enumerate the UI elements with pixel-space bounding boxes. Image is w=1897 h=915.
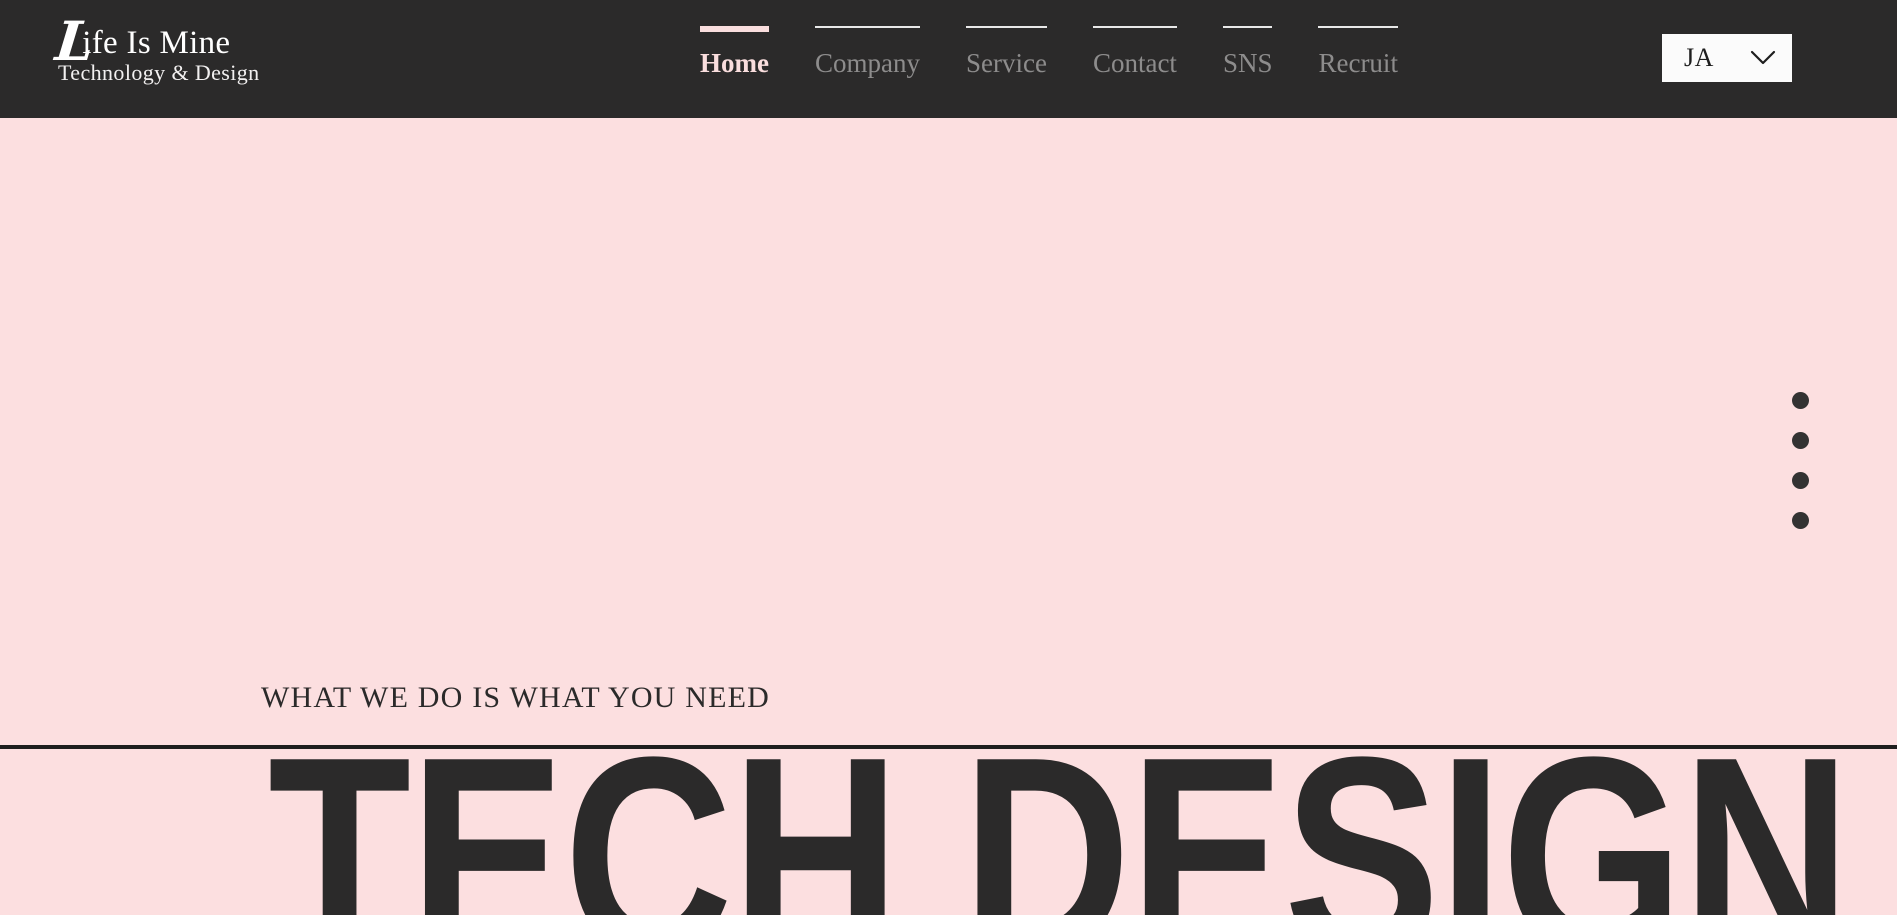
nav-underline-company xyxy=(814,26,920,28)
logo-script-letter: L xyxy=(52,9,98,73)
nav-item-home[interactable]: Home xyxy=(700,26,769,78)
nav-item-contact[interactable]: Contact xyxy=(1092,26,1177,78)
nav-label-service: Service xyxy=(965,48,1047,78)
nav-label-sns: SNS xyxy=(1222,48,1273,78)
hero-headline: TECH DESIGN xyxy=(268,699,1851,915)
nav-underline-sns xyxy=(1222,26,1273,28)
section-dot-2[interactable] xyxy=(1792,432,1809,449)
section-dot-4[interactable] xyxy=(1792,512,1809,529)
nav-label-home: Home xyxy=(700,48,769,78)
nav-underline-home xyxy=(700,26,769,32)
language-selected-value: JA xyxy=(1684,43,1714,72)
nav-label-contact: Contact xyxy=(1092,48,1177,78)
nav-label-recruit: Recruit xyxy=(1318,48,1398,78)
logo-title-rest: ife Is Mine xyxy=(82,25,231,61)
main-navigation: Home Company Service Contact SNS Recruit xyxy=(700,26,1398,96)
logo-title: Life Is Mine xyxy=(52,9,231,73)
language-selector[interactable]: JA xyxy=(1662,34,1792,82)
site-logo[interactable]: Life Is Mine Technology & Design xyxy=(52,8,396,108)
nav-item-recruit[interactable]: Recruit xyxy=(1318,26,1398,78)
nav-item-sns[interactable]: SNS xyxy=(1222,26,1273,78)
nav-item-company[interactable]: Company xyxy=(814,26,920,78)
hero-section: WHAT WE DO IS WHAT YOU NEED TECH DESIGN xyxy=(0,118,1897,915)
page-root: Life Is Mine Technology & Design Home Co… xyxy=(0,0,1897,915)
section-dot-3[interactable] xyxy=(1792,472,1809,489)
section-dot-navigation xyxy=(1792,392,1809,529)
site-header: Life Is Mine Technology & Design Home Co… xyxy=(0,0,1897,118)
nav-item-service[interactable]: Service xyxy=(965,26,1047,78)
nav-underline-contact xyxy=(1092,26,1177,28)
nav-underline-recruit xyxy=(1318,26,1398,28)
nav-underline-service xyxy=(965,26,1047,28)
chevron-down-icon xyxy=(1750,50,1776,66)
nav-label-company: Company xyxy=(814,48,920,78)
section-dot-1[interactable] xyxy=(1792,392,1809,409)
logo-subtitle: Technology & Design xyxy=(58,60,260,85)
